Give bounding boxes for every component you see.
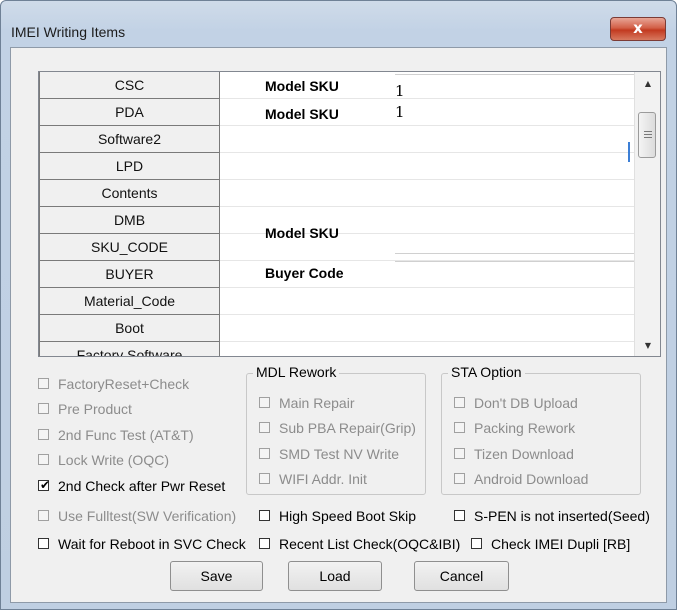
grip-line <box>644 131 652 132</box>
checkbox-label: 2nd Check after Pwr Reset <box>58 478 226 494</box>
value-separator <box>395 253 635 254</box>
checkbox-label: SMD Test NV Write <box>279 446 400 462</box>
checkbox-label: 2nd Func Test (AT&T) <box>58 427 194 443</box>
checkbox-label: Tizen Download <box>474 446 574 462</box>
focus-marker <box>628 142 630 162</box>
close-icon: x <box>633 19 643 37</box>
save-button[interactable]: Save <box>170 561 263 591</box>
title-bar[interactable]: IMEI Writing Items x <box>1 1 676 41</box>
row-name: Contents <box>39 180 220 207</box>
row-name: Software2 <box>39 126 220 153</box>
row-name: Factory Software <box>39 342 220 356</box>
checkbox-box <box>259 397 270 408</box>
checkbox-label: Don't DB Upload <box>474 395 578 411</box>
list-row-buyer[interactable]: BUYER Buyer Code <box>39 261 634 288</box>
checkbox-label: Pre Product <box>58 401 132 417</box>
group-title: MDL Rework <box>253 364 340 380</box>
checkbox-box <box>454 422 465 433</box>
checkbox-label: Check IMEI Dupli [RB] <box>491 536 631 552</box>
items-list[interactable]: CSC Model SKU 1 PDA Model SKU 1 Software… <box>38 71 661 357</box>
checkbox-box <box>259 473 270 484</box>
imei-writing-items-dialog: IMEI Writing Items x CSC Model SKU 1 PDA… <box>0 0 677 610</box>
list-row-factory-software[interactable]: Factory Software <box>39 342 634 356</box>
row-name: PDA <box>39 99 220 126</box>
list-row-contents[interactable]: Contents <box>39 180 634 207</box>
checkbox-box <box>38 403 49 414</box>
checkbox-box <box>38 454 49 465</box>
scroll-down-icon[interactable]: ▼ <box>635 336 660 356</box>
row-label: Model SKU <box>265 78 339 94</box>
row-name: DMB <box>39 207 220 234</box>
checkbox-box <box>38 429 49 440</box>
mdl-rework-group: MDL Rework Main Repair Sub PBA Repair(Gr… <box>246 364 426 495</box>
value-separator <box>395 74 635 75</box>
list-row-csc[interactable]: CSC Model SKU 1 <box>39 72 634 100</box>
cancel-button[interactable]: Cancel <box>414 561 509 591</box>
scroll-up-icon[interactable]: ▲ <box>635 74 660 94</box>
row-label: Buyer Code <box>265 265 344 281</box>
list-row-pda[interactable]: PDA Model SKU 1 <box>39 99 634 126</box>
row-name: BUYER <box>39 261 220 288</box>
checkbox-box <box>454 473 465 484</box>
checkbox-label: Main Repair <box>279 395 355 411</box>
dialog-client-area: CSC Model SKU 1 PDA Model SKU 1 Software… <box>10 47 667 603</box>
checkbox-label: FactoryReset+Check <box>58 376 190 392</box>
window-title: IMEI Writing Items <box>11 24 126 40</box>
row-name: Material_Code <box>39 288 220 315</box>
scroll-thumb[interactable] <box>638 112 656 158</box>
list-row-software2[interactable]: Software2 <box>39 126 634 153</box>
row-name: LPD <box>39 153 220 180</box>
checkbox-box <box>259 422 270 433</box>
checkbox-box <box>471 538 482 549</box>
value-separator <box>395 261 635 262</box>
row-name: Boot <box>39 315 220 342</box>
checkbox-box <box>259 448 270 459</box>
sta-option-group: STA Option Don't DB Upload Packing Rewor… <box>441 364 641 495</box>
checkbox-label: WIFI Addr. Init <box>279 471 367 487</box>
checkbox-box <box>454 448 465 459</box>
checkbox-box <box>454 510 465 521</box>
check-mark-icon: ✔ <box>40 478 51 492</box>
checkbox-box: ✔ <box>38 478 51 492</box>
close-button[interactable]: x <box>610 17 666 41</box>
checkbox-label: S-PEN is not inserted(Seed) <box>474 508 650 524</box>
group-title: STA Option <box>448 364 525 380</box>
list-row-material-code[interactable]: Material_Code <box>39 288 634 315</box>
row-label: Model SKU <box>265 225 339 241</box>
vertical-scrollbar[interactable]: ▲ ▼ <box>634 72 660 356</box>
row-name: CSC <box>39 72 220 99</box>
list-row-lpd[interactable]: LPD <box>39 153 634 180</box>
checkbox-label: Lock Write (OQC) <box>58 452 169 468</box>
checkbox-label: Android Download <box>474 471 589 487</box>
row-label: Model SKU <box>265 106 339 122</box>
row-name: SKU_CODE <box>39 234 220 261</box>
checkbox-box <box>454 397 465 408</box>
list-row-boot[interactable]: Boot <box>39 315 634 342</box>
list-row-sku-code[interactable]: SKU_CODE Model SKU <box>39 225 634 261</box>
checkbox-label: High Speed Boot Skip <box>279 508 416 524</box>
row-value[interactable]: 1 <box>395 82 405 100</box>
checkbox-label: Recent List Check(OQC&IBI) <box>279 536 461 552</box>
checkbox-label: Use Fulltest(SW Verification) <box>58 508 237 524</box>
checkbox-label: Wait for Reboot in SVC Check <box>58 536 246 552</box>
row-value[interactable]: 1 <box>395 103 405 121</box>
checkbox-box <box>38 510 49 521</box>
grip-line <box>644 137 652 138</box>
checkbox-box <box>259 510 270 521</box>
checkbox-box <box>259 538 270 549</box>
checkbox-label: Sub PBA Repair(Grip) <box>279 420 416 436</box>
checkbox-box <box>38 538 49 549</box>
load-button[interactable]: Load <box>288 561 382 591</box>
checkbox-box <box>38 378 49 389</box>
grip-line <box>644 134 652 135</box>
checkbox-label: Packing Rework <box>474 420 576 436</box>
